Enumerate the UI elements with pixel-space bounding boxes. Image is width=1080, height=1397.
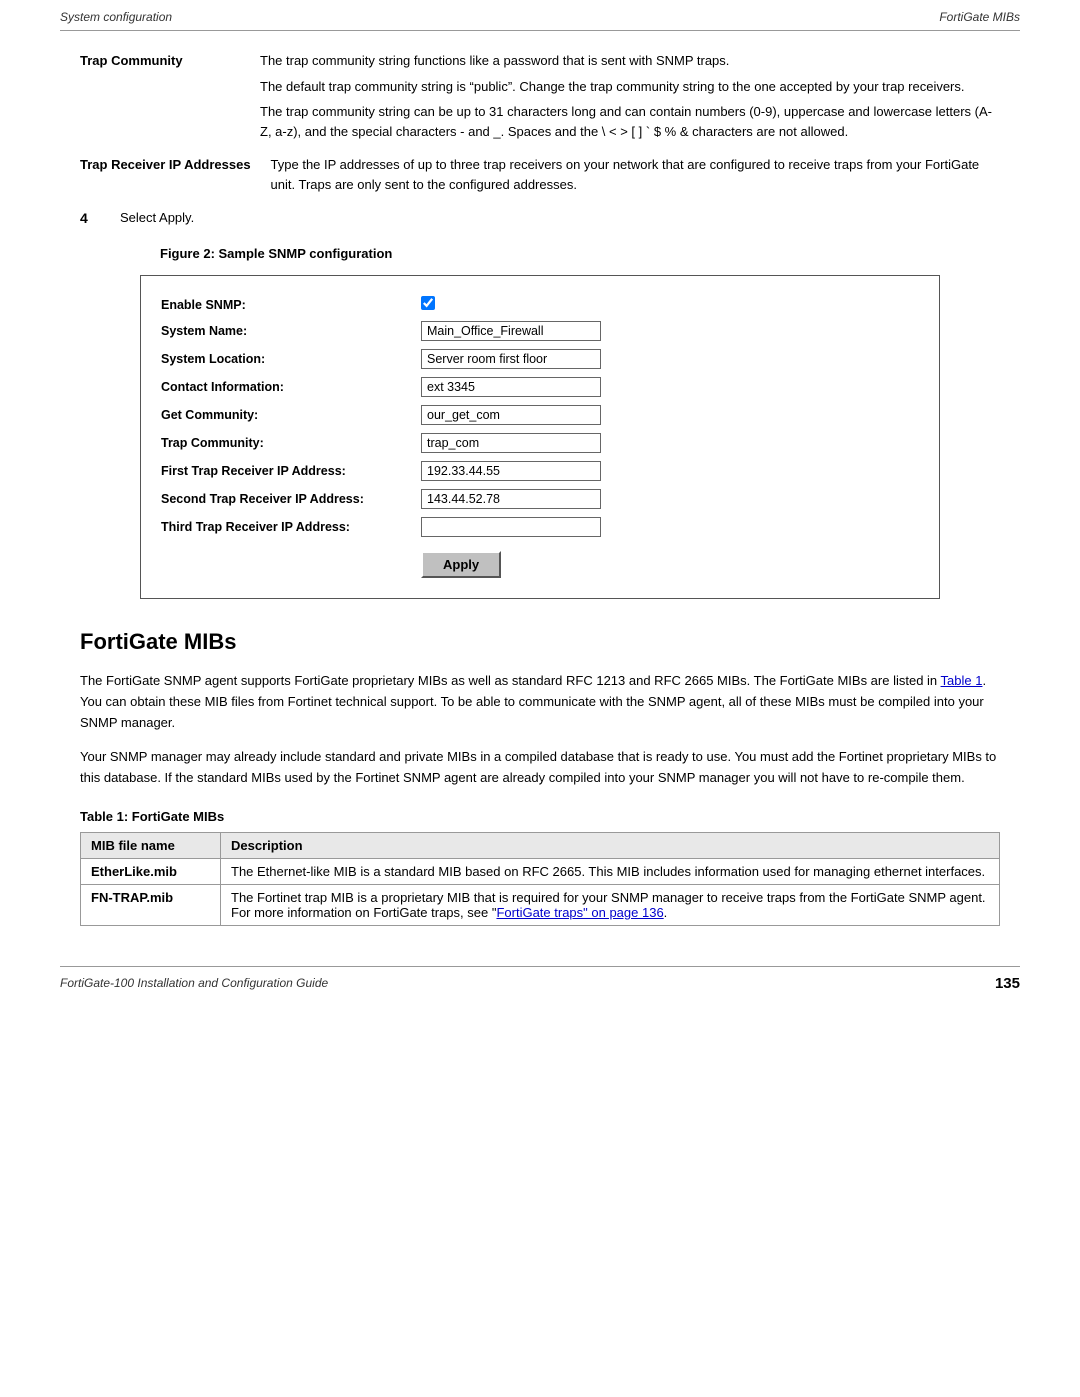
system-name-value [421,321,601,341]
first-trap-input[interactable] [421,461,601,481]
fortigate-mibs-title: FortiGate MIBs [80,629,1000,655]
figure-caption: Figure 2: Sample SNMP configuration [160,246,1000,261]
fortigate-traps-link[interactable]: FortiGate traps" on page 136 [496,905,663,920]
table-caption: Table 1: FortiGate MIBs [80,809,1000,824]
table-row: FN-TRAP.mib The Fortinet trap MIB is a p… [81,884,1000,925]
enable-snmp-row: Enable SNMP: [161,296,909,313]
trap-community-desc1: The trap community string functions like… [260,51,1000,71]
mib-table: MIB file name Description EtherLike.mib … [80,832,1000,926]
trap-community-form-label: Trap Community: [161,436,421,450]
trap-receiver-desc: Type the IP addresses of up to three tra… [271,155,1000,194]
third-trap-label: Third Trap Receiver IP Address: [161,520,421,534]
footer-page-number: 135 [995,975,1020,992]
mib-name-fn-trap: FN-TRAP.mib [81,884,221,925]
trap-receiver-term: Trap Receiver IP Addresses [80,155,271,194]
trap-community-form-row: Trap Community: [161,433,909,453]
mib-desc-fn-trap: The Fortinet trap MIB is a proprietary M… [221,884,1000,925]
enable-snmp-checkbox[interactable] [421,296,435,310]
apply-button-row: Apply [161,545,909,578]
footer-bar: FortiGate-100 Installation and Configura… [60,966,1020,1002]
system-name-row: System Name: [161,321,909,341]
col-header-mib-name: MIB file name [81,832,221,858]
contact-info-label: Contact Information: [161,380,421,394]
third-trap-value [421,517,601,537]
mib-name-etherlike: EtherLike.mib [81,858,221,884]
second-trap-value [421,489,601,509]
enable-snmp-value [421,296,435,313]
system-location-row: System Location: [161,349,909,369]
get-community-value [421,405,601,425]
trap-community-form-value [421,433,601,453]
header-bar: System configuration FortiGate MIBs [60,0,1020,31]
header-left: System configuration [60,10,172,24]
trap-community-desc2: The default trap community string is “pu… [260,77,1000,97]
trap-community-input[interactable] [421,433,601,453]
table-row: EtherLike.mib The Ethernet-like MIB is a… [81,858,1000,884]
fortigate-mibs-para2: Your SNMP manager may already include st… [80,747,1000,789]
snmp-config-box: Enable SNMP: System Name: System Locatio… [140,275,940,599]
system-name-label: System Name: [161,324,421,338]
second-trap-label: Second Trap Receiver IP Address: [161,492,421,506]
trap-community-desc: The trap community string functions like… [260,51,1000,141]
step-4-row: 4 Select Apply. [80,210,1000,226]
trap-community-desc3: The trap community string can be up to 3… [260,102,1000,141]
contact-info-input[interactable] [421,377,601,397]
third-trap-row: Third Trap Receiver IP Address: [161,517,909,537]
enable-snmp-label: Enable SNMP: [161,298,421,312]
trap-community-term: Trap Community [80,51,260,141]
contact-info-row: Contact Information: [161,377,909,397]
step-4-number: 4 [80,210,120,226]
first-trap-row: First Trap Receiver IP Address: [161,461,909,481]
second-trap-input[interactable] [421,489,601,509]
table-header-row: MIB file name Description [81,832,1000,858]
system-location-input[interactable] [421,349,601,369]
step-4-text: Select Apply. [120,210,194,225]
first-trap-value [421,461,601,481]
get-community-input[interactable] [421,405,601,425]
system-location-value [421,349,601,369]
system-location-label: System Location: [161,352,421,366]
first-trap-label: First Trap Receiver IP Address: [161,464,421,478]
fortigate-mibs-para1: The FortiGate SNMP agent supports FortiG… [80,671,1000,733]
get-community-row: Get Community: [161,405,909,425]
apply-button[interactable]: Apply [421,551,501,578]
contact-info-value [421,377,601,397]
third-trap-input[interactable] [421,517,601,537]
system-name-input[interactable] [421,321,601,341]
second-trap-row: Second Trap Receiver IP Address: [161,489,909,509]
table1-link[interactable]: Table 1 [941,673,983,688]
trap-receiver-row: Trap Receiver IP Addresses Type the IP a… [80,155,1000,194]
get-community-label: Get Community: [161,408,421,422]
footer-left: FortiGate-100 Installation and Configura… [60,976,328,990]
mib-desc-etherlike: The Ethernet-like MIB is a standard MIB … [221,858,1000,884]
col-header-description: Description [221,832,1000,858]
content-area: Trap Community The trap community string… [60,51,1020,926]
page: System configuration FortiGate MIBs Trap… [0,0,1080,1397]
trap-community-row: Trap Community The trap community string… [80,51,1000,141]
header-right: FortiGate MIBs [939,10,1020,24]
